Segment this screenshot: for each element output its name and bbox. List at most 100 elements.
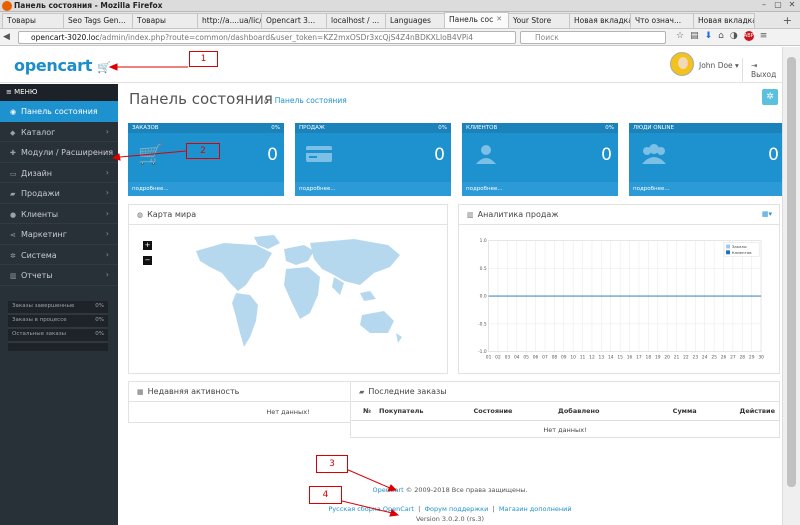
home-icon[interactable]: ⌂	[264, 96, 269, 105]
browser-tab[interactable]: Новая вкладка	[569, 13, 631, 28]
pocket-icon[interactable]: ◑	[730, 31, 738, 41]
navigation-bar: ◀ opencart-3020.loc/admin/index.php?rout…	[0, 29, 800, 46]
download-icon[interactable]: ⬇	[705, 31, 713, 41]
zoom-in-button[interactable]: +	[143, 241, 152, 250]
y-tick-label: -1.0	[478, 349, 487, 355]
sidebar-item-system[interactable]: ✲ Система ›	[0, 245, 118, 265]
adblock-icon[interactable]: ABP	[743, 31, 754, 41]
annotation-3: 3	[316, 455, 348, 473]
sidebar-item-customers[interactable]: ● Клиенты ›	[0, 204, 118, 224]
user-menu[interactable]: John Doe ▾	[699, 61, 739, 70]
column-header: Покупатель	[375, 402, 470, 421]
chevron-right-icon: ›	[105, 126, 109, 136]
browser-tab-active[interactable]: Панель сос ✕	[444, 12, 509, 28]
sidebar-item-dashboard[interactable]: ◉ Панель состояния	[0, 101, 118, 122]
chevron-right-icon: ›	[105, 249, 109, 259]
scrollbar[interactable]	[782, 47, 800, 525]
sidebar-item-sales[interactable]: ▰ Продажи ›	[0, 183, 118, 204]
sidebar-item-reports[interactable]: ▥ Отчеты ›	[0, 265, 118, 286]
stat-row: Остальные заказы 0%	[8, 329, 108, 343]
puzzle-icon: ✚	[10, 149, 16, 157]
logout-button[interactable]: ⇥ Выход	[742, 58, 782, 82]
share-icon: ⋖	[10, 231, 16, 239]
browser-tab[interactable]: http://a....ua/lic/	[197, 13, 262, 28]
tile-more-link[interactable]: подробнее...	[462, 182, 618, 196]
search-input[interactable]: Поиск	[520, 31, 666, 44]
browser-tab[interactable]: Seo Tags Gen...	[63, 13, 133, 28]
menu-icon[interactable]: ≡	[760, 31, 768, 41]
back-icon[interactable]: ◀	[3, 32, 10, 42]
bar-chart-icon: ▥	[467, 211, 474, 219]
sidebar-item-extensions[interactable]: ✚ Модули / Расширения ›	[0, 142, 118, 163]
logout-icon: ⇥	[751, 61, 758, 70]
browser-tab[interactable]: Новая вкладка	[693, 13, 755, 28]
tile-value: 0	[267, 145, 278, 165]
x-tick-label: 25	[711, 354, 717, 360]
column-header: Добавлено	[554, 402, 644, 421]
url-field[interactable]: opencart-3020.loc/admin/index.php?route=…	[18, 31, 516, 44]
world-map[interactable]	[184, 233, 414, 363]
minimize-icon[interactable]: –	[759, 0, 769, 10]
chevron-right-icon: ›	[105, 188, 109, 197]
zoom-out-button[interactable]: −	[143, 256, 152, 265]
x-tick-label: 27	[730, 354, 736, 360]
x-tick-label: 30	[758, 354, 764, 360]
annotation-4: 4	[309, 486, 342, 504]
footer-link-russian-build[interactable]: Русская сборка OpenCart	[328, 505, 414, 513]
browser-tab[interactable]: Товары	[132, 13, 198, 28]
x-tick-label: 09	[561, 354, 567, 360]
x-tick-label: 04	[514, 354, 520, 360]
close-tab-icon[interactable]: ✕	[496, 15, 502, 23]
chevron-right-icon: ›	[105, 208, 109, 218]
tile-more-link[interactable]: подробнее...	[295, 182, 451, 196]
breadcrumb-link[interactable]: Панель состояния	[275, 96, 347, 105]
sidebar-item-design[interactable]: ▭ Дизайн ›	[0, 163, 118, 183]
footer-links: Русская сборка OpenCart | Форум поддержк…	[328, 505, 572, 513]
opencart-link[interactable]: OpenCart	[373, 486, 404, 494]
new-tab-icon[interactable]: +	[783, 14, 792, 27]
x-tick-label: 07	[542, 354, 548, 360]
y-tick-label: 1.0	[480, 238, 487, 244]
toolbar-icons: ☆ ▤ ⬇ ⌂ ◑ ABP ≡	[676, 31, 767, 41]
maximize-icon[interactable]: ▢	[773, 0, 783, 10]
calendar-dropdown[interactable]: ▦▾	[762, 210, 772, 218]
annotation-2: 2	[186, 143, 220, 159]
menu-header[interactable]: ≡ МЕНЮ	[0, 84, 118, 101]
bar-chart-icon: ▥	[10, 272, 17, 280]
x-tick-label: 02	[495, 354, 501, 360]
scrollbar-thumb[interactable]	[787, 57, 796, 487]
orders-table: № Покупатель Состояние Добавлено Сумма Д…	[351, 402, 779, 439]
opencart-logo[interactable]: opencart 🛒	[14, 56, 111, 75]
browser-tab[interactable]: Товары	[2, 13, 64, 28]
library-icon[interactable]: ▤	[690, 31, 699, 41]
x-tick-label: 22	[683, 354, 689, 360]
legend-swatch	[726, 250, 730, 255]
x-tick-label: 10	[570, 354, 576, 360]
sidebar-item-catalog[interactable]: ◆ Каталог ›	[0, 122, 118, 142]
browser-tab[interactable]: localhost / ...	[326, 13, 386, 28]
tile-more-link[interactable]: подробнее...	[629, 182, 785, 196]
avatar[interactable]	[670, 52, 694, 76]
dashboard-icon: ◉	[10, 108, 17, 116]
x-tick-label: 08	[552, 354, 558, 360]
home-icon[interactable]: ⌂	[718, 31, 724, 41]
x-tick-label: 15	[617, 354, 623, 360]
footer-link-support-forum[interactable]: Форум поддержки	[424, 505, 488, 513]
close-icon[interactable]: ✕	[787, 0, 797, 10]
sidebar-item-marketing[interactable]: ⋖ Маркетинг ›	[0, 224, 118, 245]
tile-sales: ПРОДАЖ 0% 0 подробнее...	[295, 123, 451, 196]
tile-more-link[interactable]: подробнее...	[128, 182, 284, 196]
x-tick-label: 23	[693, 354, 699, 360]
browser-tab[interactable]: Что означ...	[630, 13, 694, 28]
y-tick-label: 0.0	[480, 294, 487, 300]
bookmark-star-icon[interactable]: ☆	[676, 31, 684, 41]
browser-tab[interactable]: Opencart 3...	[261, 13, 327, 28]
browser-tab[interactable]: Your Store	[508, 13, 570, 28]
gear-icon: ✲	[766, 92, 774, 102]
browser-tab[interactable]: Languages	[385, 13, 445, 28]
x-tick-label: 14	[608, 354, 614, 360]
settings-button[interactable]: ✲	[762, 89, 778, 105]
footer-link-extension-store[interactable]: Магазин дополнений	[499, 505, 572, 513]
calendar-icon: ▦	[137, 388, 144, 396]
x-tick-label: 01	[486, 354, 492, 360]
